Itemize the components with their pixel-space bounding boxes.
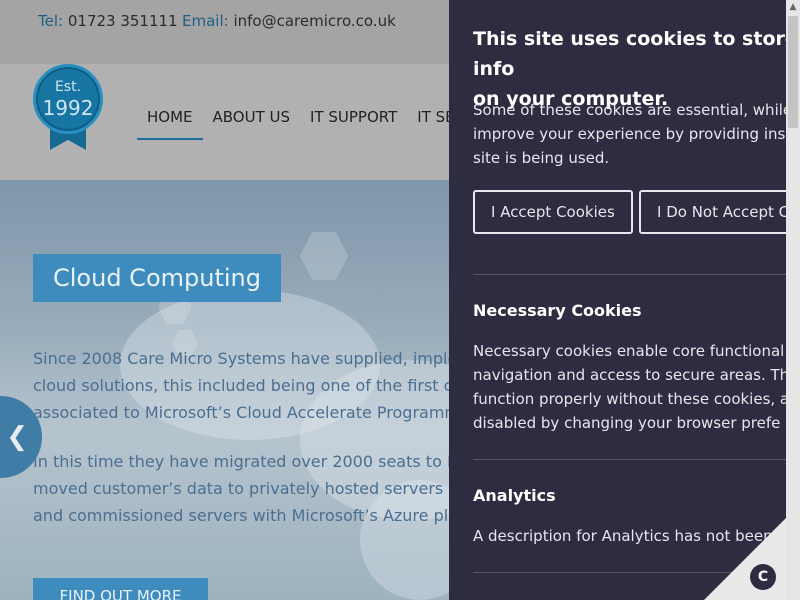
email-address[interactable]: info@caremicro.co.uk bbox=[233, 12, 395, 30]
email-label: Email: bbox=[182, 12, 229, 30]
cookie-intro-body: Some of these cookies are essential, whi… bbox=[473, 101, 793, 167]
logo[interactable]: Est. 1992 bbox=[33, 64, 103, 152]
nav-item-it-support[interactable]: IT SUPPORT bbox=[300, 108, 407, 140]
necessary-cookies-heading: Necessary Cookies bbox=[473, 301, 642, 320]
hero-title: Cloud Computing bbox=[33, 254, 281, 302]
hexagon-decoration bbox=[300, 232, 348, 280]
cookie-settings-icon[interactable]: C bbox=[750, 564, 776, 590]
necessary-cookies-body: Necessary cookies enable core functional… bbox=[473, 342, 790, 432]
section-divider bbox=[473, 274, 793, 275]
section-divider bbox=[473, 459, 793, 460]
phone-label: Tel: bbox=[38, 12, 64, 30]
find-out-more-button[interactable]: FIND OUT MORE bbox=[33, 578, 208, 600]
logo-est-text: Est. bbox=[54, 79, 82, 95]
cookie-intro-text: Some of these cookies are essential, whi… bbox=[473, 98, 800, 170]
nav-item-home[interactable]: HOME bbox=[137, 108, 203, 140]
reject-cookies-button[interactable]: I Do Not Accept C bbox=[639, 190, 800, 234]
scroll-up-icon[interactable]: ▲ bbox=[786, 0, 800, 14]
main-nav: HOME ABOUT US IT SUPPORT IT SERV bbox=[137, 108, 485, 140]
phone-contact[interactable]: Tel: 01723 351111 bbox=[38, 12, 178, 30]
scrollbar-thumb[interactable] bbox=[788, 16, 798, 128]
email-contact[interactable]: Email: info@caremicro.co.uk bbox=[182, 12, 396, 30]
analytics-text: A description for Analytics has not been bbox=[473, 524, 800, 548]
nav-item-about-us[interactable]: ABOUT US bbox=[203, 108, 301, 140]
est-badge: Est. 1992 bbox=[33, 64, 103, 134]
chevron-left-icon: ❮ bbox=[6, 422, 28, 452]
necessary-cookies-text: Necessary cookies enable core functional… bbox=[473, 339, 800, 435]
phone-number[interactable]: 01723 351111 bbox=[68, 12, 178, 30]
analytics-heading: Analytics bbox=[473, 486, 556, 505]
accept-cookies-button[interactable]: I Accept Cookies bbox=[473, 190, 633, 234]
analytics-body: A description for Analytics has not been bbox=[473, 527, 773, 545]
cookie-consent-panel: This site uses cookies to store info on y… bbox=[449, 0, 800, 600]
logo-year-text: 1992 bbox=[42, 96, 94, 120]
